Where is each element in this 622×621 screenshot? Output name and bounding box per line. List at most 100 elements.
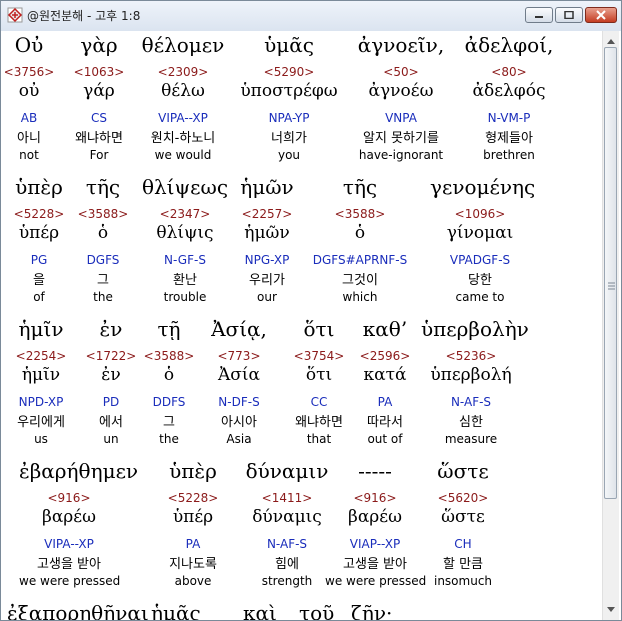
word-korean: 당한 — [468, 273, 492, 288]
word-lemma: ὁ — [354, 223, 366, 243]
close-button[interactable] — [585, 7, 617, 23]
word-greek: ἀγνοεῖν, — [357, 33, 445, 57]
word-lemma: κατά — [363, 365, 407, 385]
word-greek: ἀδελφοί, — [464, 33, 554, 57]
word-strong[interactable]: <2257> — [217, 207, 317, 221]
word-column[interactable]: ὑπερβολὴν <5236> ὑπερβολή N-AF-S 심한 measure — [421, 317, 529, 457]
word-parse: N-VM-P — [487, 111, 531, 125]
word-column[interactable]: θέλομεν <2309> θέλω VIPA--XP 원치-하노니 we would — [133, 33, 233, 173]
greek-word[interactable]: ἐξαπορηθῆναι — [7, 601, 149, 620]
word-korean: 고생을 받아 — [37, 557, 101, 572]
minimize-icon — [535, 16, 543, 18]
word-english: insomuch — [433, 574, 493, 588]
interlinear-content: Οὐ <3756> οὐ AB 아니 not γὰρ <1063> γάρ CS 왜냐하면 For θέ… — [5, 31, 601, 620]
word-lemma: ἀδελφός — [472, 81, 546, 101]
word-column[interactable]: δύναμιν <1411> δύναμις N-AF-S 힘에 strength — [237, 459, 337, 599]
word-english: brethren — [483, 148, 535, 162]
word-greek: ἐβαρήθημεν — [19, 459, 139, 483]
word-parse: PA — [377, 395, 393, 409]
word-greek: ὑπερβολὴν — [421, 317, 529, 341]
word-strong[interactable]: <5290> — [239, 65, 339, 79]
word-strong[interactable]: <1096> — [430, 207, 530, 221]
word-korean: 원치-하노니 — [150, 131, 216, 146]
word-greek: ὑπὲρ — [169, 459, 217, 483]
scrollbar-thumb[interactable] — [604, 47, 617, 499]
word-column[interactable]: ἀδελφοί, <80> ἀδελφός N-VM-P 형제들아 brethren — [459, 33, 559, 173]
word-lemma: ὑπέρ — [172, 507, 214, 527]
greek-word[interactable]: ἡμᾶς — [151, 601, 201, 620]
word-strong[interactable]: <3588> — [310, 207, 410, 221]
word-korean: 심한 — [459, 415, 483, 430]
word-column[interactable]: ----- <916> βαρέω VIAP--XP 고생을 받아 we were pre… — [325, 459, 426, 599]
word-korean: 지나도록 — [169, 557, 217, 572]
word-strong[interactable]: <1411> — [237, 491, 337, 505]
word-english: we were pressed — [19, 574, 121, 588]
title-bar[interactable]: @원전분해 - 고후 1:8 — [1, 1, 621, 31]
word-parse: CH — [454, 537, 472, 551]
word-strong[interactable]: <5228> — [143, 491, 243, 505]
minimize-button[interactable] — [525, 7, 553, 23]
word-column[interactable]: ὑμᾶς <5290> ὑποστρέφω NPA-YP 너희가 you — [239, 33, 339, 173]
word-english: our — [257, 290, 277, 304]
word-korean: 알지 못하기를 — [363, 131, 439, 146]
word-english: out of — [367, 432, 403, 446]
verse-row: ἐβαρήθημεν <916> βαρέω VIPA--XP 고생을 받아 we wer… — [5, 459, 601, 601]
word-korean: 힘에 — [275, 557, 299, 572]
word-greek: θέλομεν — [141, 33, 225, 57]
word-parse: VIAP--XP — [349, 537, 401, 551]
greek-word[interactable]: καὶ — [243, 601, 277, 620]
word-english: you — [277, 148, 301, 162]
word-english: we would — [154, 148, 212, 162]
verse-row: Οὐ <3756> οὐ AB 아니 not γὰρ <1063> γάρ CS 왜냐하면 For θέ… — [5, 33, 601, 175]
word-strong[interactable]: <2309> — [133, 65, 233, 79]
word-strong[interactable]: <916> — [19, 491, 119, 505]
maximize-icon — [564, 11, 574, 19]
word-english: measure — [444, 432, 498, 446]
word-parse: NPG-XP — [244, 253, 290, 267]
word-korean: 고생을 받아 — [343, 557, 407, 572]
word-strong[interactable]: <80> — [459, 65, 559, 79]
verse-row: ὑπὲρ <5228> ὑπέρ PG 을 of τῆς <3588> ὁ DGFS 그 the θλί… — [5, 175, 601, 317]
word-greek: ἡμῶν — [240, 175, 294, 199]
word-strong[interactable]: <2596> — [335, 349, 435, 363]
word-english: strength — [261, 574, 313, 588]
word-greek: καθ’ — [362, 317, 408, 341]
word-column[interactable]: ἡμῶν <2257> ἡμῶν NPG-XP 우리가 our — [217, 175, 317, 315]
word-greek: ----- — [358, 459, 392, 483]
greek-word[interactable]: ζῆν· — [351, 601, 392, 620]
arrow-down-icon — [607, 607, 615, 612]
app-icon — [7, 7, 23, 23]
word-lemma: γίνομαι — [446, 223, 514, 243]
word-parse: VIPA--XP — [44, 537, 94, 551]
word-korean: 형제들아 — [485, 131, 533, 146]
greek-word[interactable]: τοῦ — [299, 601, 334, 620]
word-lemma: ὥστε — [441, 507, 485, 527]
word-parse: N-AF-S — [450, 395, 492, 409]
word-strong[interactable]: <50> — [351, 65, 451, 79]
word-english: which — [342, 290, 378, 304]
verse-row: ἡμῖν <2254> ἡμῖν NPD-XP 우리에게 us ἐν <1722> ἐν PD 에서… — [5, 317, 601, 459]
word-greek: τῆς — [342, 175, 378, 199]
word-parse: DGFS#APRNF-S — [312, 253, 408, 267]
scroll-down-button[interactable] — [603, 602, 619, 618]
grip-icon — [608, 282, 615, 290]
word-column[interactable]: γενομένης <1096> γίνομαι VPADGF-S 당한 came to — [430, 175, 536, 315]
word-korean: 따라서 — [367, 415, 403, 430]
word-lemma: ὑπερβολή — [430, 365, 512, 385]
vertical-scrollbar[interactable] — [602, 31, 619, 620]
word-column[interactable]: ἐβαρήθημεν <916> βαρέω VIPA--XP 고생을 받아 we wer… — [19, 459, 139, 599]
word-strong[interactable]: <916> — [325, 491, 425, 505]
maximize-button[interactable] — [555, 7, 583, 23]
word-column[interactable]: ὥστε <5620> ὥστε CH 할 만큼 insomuch — [413, 459, 513, 599]
word-greek: γενομένης — [430, 175, 536, 199]
word-column[interactable]: ἀγνοεῖν, <50> ἀγνοέω VNPA 알지 못하기를 have-ignora… — [351, 33, 451, 173]
word-column[interactable]: ὑπὲρ <5228> ὑπέρ PA 지나도록 above — [143, 459, 243, 599]
word-parse: VIPA--XP — [158, 111, 208, 125]
word-strong[interactable]: <5236> — [421, 349, 521, 363]
word-strong[interactable]: <5620> — [413, 491, 513, 505]
word-lemma: βαρέω — [348, 507, 402, 527]
word-column[interactable]: καθ’ <2596> κατά PA 따라서 out of — [335, 317, 435, 457]
word-lemma: θέλω — [161, 81, 205, 101]
word-english: came to — [455, 290, 505, 304]
word-column[interactable]: τῆς <3588> ὁ DGFS#APRNF-S 그것이 which — [310, 175, 410, 315]
